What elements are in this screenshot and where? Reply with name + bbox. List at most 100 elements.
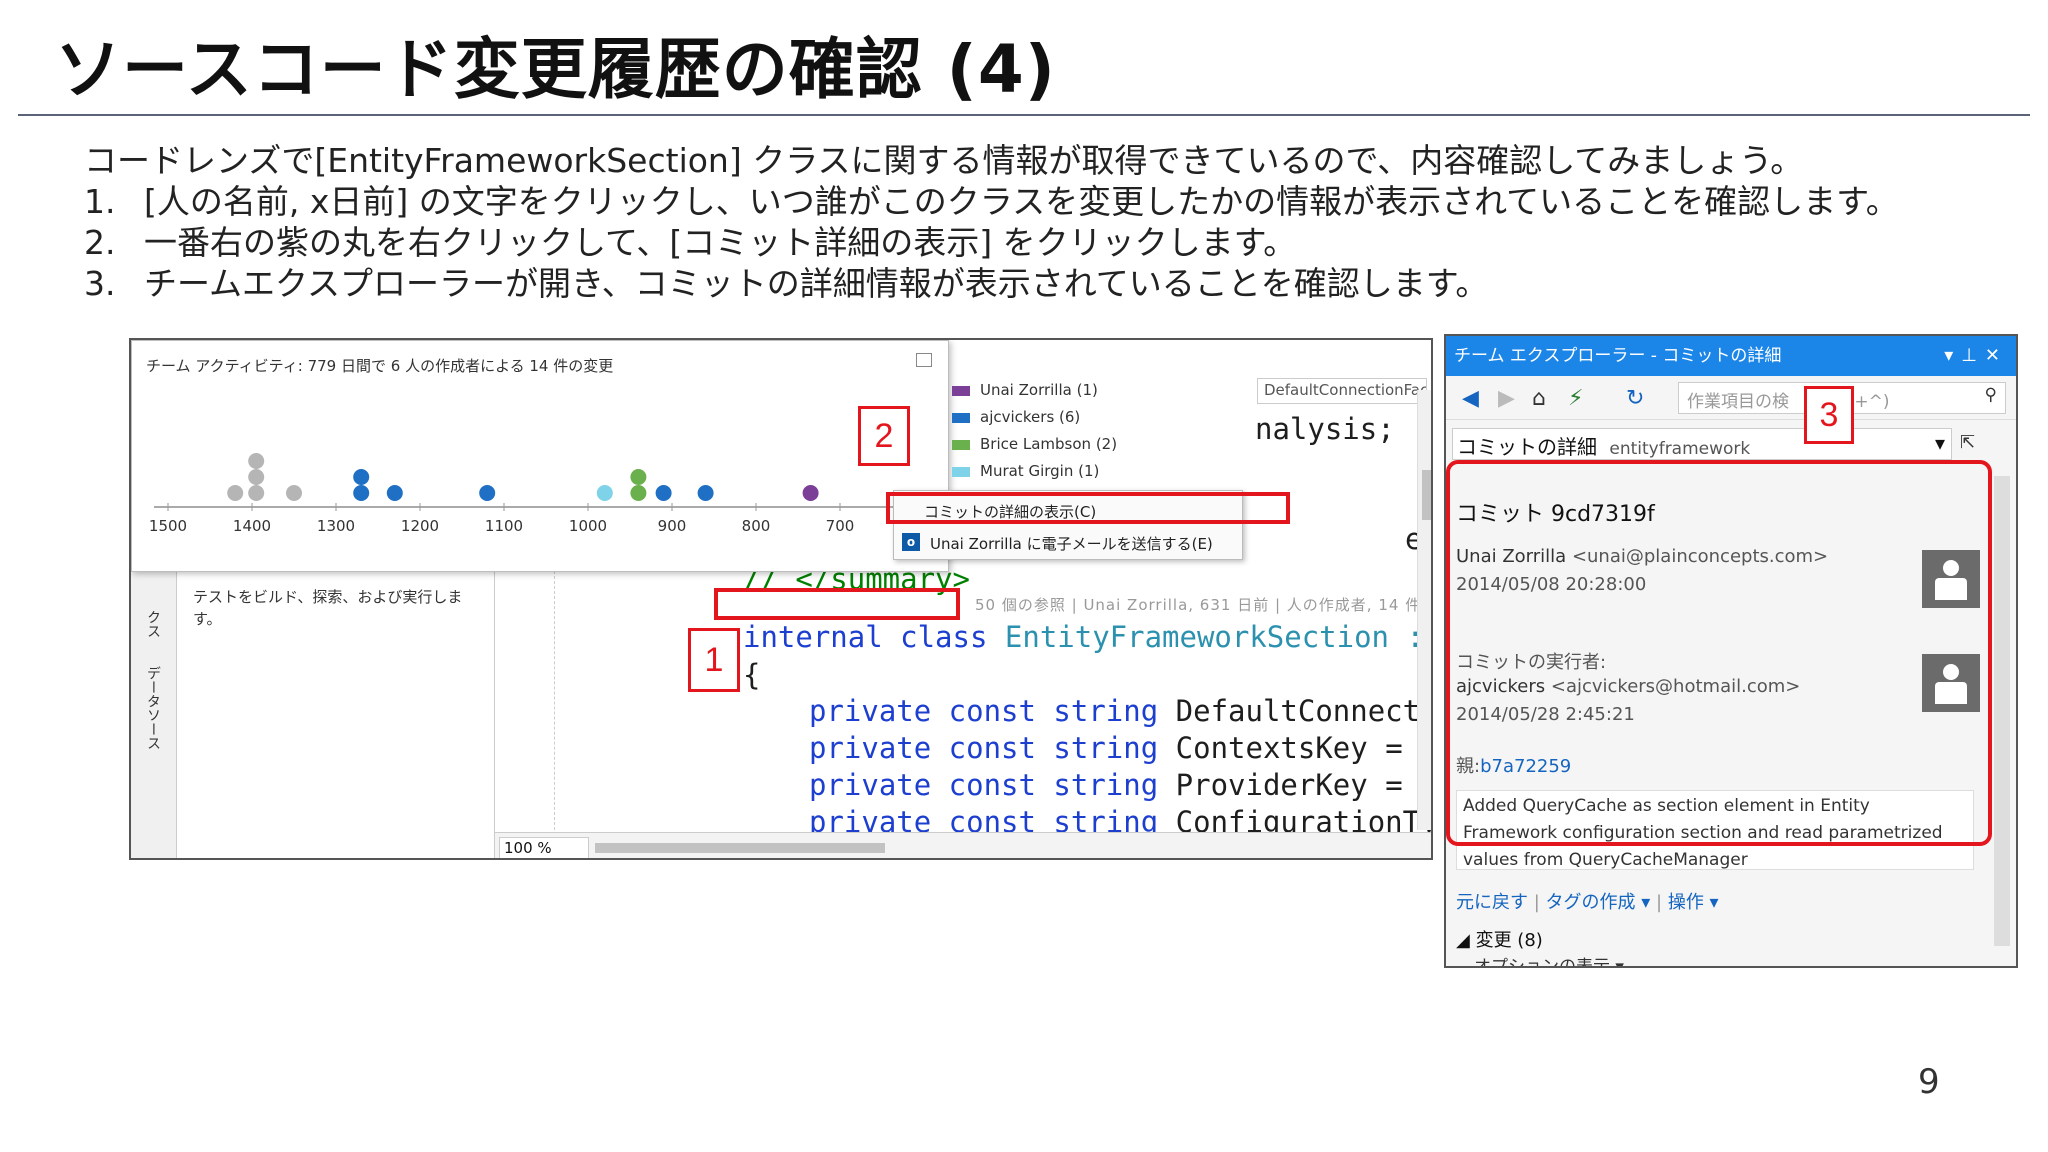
member-dropdown[interactable]: DefaultConnectionFactoryKey	[1257, 378, 1427, 404]
horizontal-scrollbar[interactable]	[595, 843, 885, 853]
timeline-tick-label: 1400	[233, 517, 271, 535]
class-name: EntityFrameworkSection	[1004, 620, 1390, 654]
legend-label: Murat Girgin (1)	[980, 462, 1100, 480]
team-activity-popup: チーム アクティビティ: 779 日間で 6 人の作成者による 14 件の変更 …	[131, 340, 1117, 572]
class-keyword: internal class	[743, 620, 988, 654]
team-explorer-toolbar: ◀ ▶ ⌂ ⚡ ↻ 作業項目の検 +^) ⚲	[1446, 376, 2016, 420]
slide: ソースコード変更履歴の確認 (4) コードレンズで[EntityFramewor…	[0, 0, 2048, 1152]
window-controls[interactable]: ▾⊥✕	[1944, 336, 2008, 376]
field-name: DefaultConnectionFactc	[1175, 694, 1431, 728]
search-shortcut-hint: +^)	[1854, 392, 1890, 412]
timeline-tick-label: 900	[658, 517, 687, 535]
class-declaration: internal class EntityFrameworkSection : …	[743, 620, 1431, 654]
refresh-icon[interactable]: ↻	[1626, 386, 1644, 411]
commit-dot[interactable]	[286, 485, 302, 501]
step-number: 1.	[84, 182, 116, 221]
side-tabs: クス データソース	[131, 570, 177, 858]
legend-swatch	[952, 412, 970, 423]
intro-text: コードレンズで[EntityFrameworkSection] クラスに関する情…	[84, 141, 1804, 180]
instructions: コードレンズで[EntityFrameworkSection] クラスに関する情…	[84, 140, 1984, 304]
create-tag-link[interactable]: タグの作成 ▾	[1546, 892, 1651, 913]
outlook-icon: o	[902, 533, 920, 551]
commit-dot[interactable]	[697, 485, 714, 501]
step-number: 3.	[84, 264, 116, 303]
forward-icon[interactable]: ▶	[1498, 386, 1515, 411]
code-brace: {	[743, 658, 761, 692]
side-tab-label[interactable]: クス	[145, 610, 163, 638]
legend-item[interactable]: Murat Girgin (1)	[952, 462, 1099, 480]
legend-swatch	[952, 385, 970, 396]
field-name: ContextsKey	[1175, 731, 1368, 765]
tool-description: テストをビルド、探索、および実行します。	[193, 588, 463, 628]
member-dropdown-value: DefaultConnectionFactoryKey	[1264, 381, 1427, 399]
field-name: ProviderKey	[1175, 768, 1368, 802]
page-number: 9	[1918, 1062, 1940, 1102]
editor-statusbar: 100 %	[495, 832, 1431, 858]
plug-icon[interactable]: ⚡	[1568, 386, 1583, 411]
timeline-tick-label: 1100	[485, 517, 523, 535]
chevron-down-icon[interactable]: ▾	[1935, 431, 1945, 455]
step-number: 2.	[84, 223, 116, 262]
page-header[interactable]: コミットの詳細 entityframework ▾	[1452, 428, 1952, 460]
search-icon[interactable]: ⚲	[1985, 385, 1997, 405]
slide-title: ソースコード変更履歴の確認 (4)	[55, 31, 1056, 108]
page-header-title: コミットの詳細	[1457, 435, 1597, 459]
collapse-triangle-icon[interactable]: ◢	[1456, 930, 1476, 951]
commit-dot[interactable]	[386, 485, 403, 501]
field-line: private const string DefaultConnectionFa…	[809, 694, 1431, 728]
highlight-view-commit	[886, 492, 1290, 524]
field-line: private const string ProviderKey = "prov…	[809, 768, 1431, 802]
legend-item[interactable]: Brice Lambson (2)	[952, 435, 1117, 453]
step-marker-3: 3	[1804, 386, 1854, 444]
home-icon[interactable]: ⌂	[1532, 386, 1546, 411]
show-options-link[interactable]: オプションの表示 ▾	[1474, 952, 1624, 966]
code-line: nalysis;	[1255, 412, 1395, 446]
timeline-tick-label: 1200	[401, 517, 439, 535]
actions-link[interactable]: 操作 ▾	[1668, 892, 1719, 913]
codelens-bar[interactable]: 50 個の参照 | Unai Zorrilla, 631 日前 | 人の作成者,…	[975, 594, 1431, 615]
commit-dot[interactable]	[802, 485, 819, 501]
commit-dot[interactable]	[248, 485, 265, 501]
side-tab-label[interactable]: データソース	[145, 666, 163, 750]
legend-item[interactable]: ajcvickers (6)	[952, 408, 1080, 426]
legend-label: Brice Lambson (2)	[980, 435, 1118, 453]
commit-dot[interactable]	[630, 469, 647, 485]
step-text: 一番右の紫の丸を右クリックして、[コミット詳細の表示] をクリックします。	[144, 223, 1297, 262]
back-icon[interactable]: ◀	[1462, 386, 1479, 411]
field-line: private const string ContextsKey = "cont…	[809, 731, 1431, 765]
legend-swatch	[952, 439, 970, 450]
timeline-tick-label: 1500	[149, 517, 187, 535]
legend-item[interactable]: Unai Zorrilla (1)	[952, 381, 1098, 399]
field-modifiers: private const string	[809, 694, 1159, 728]
commit-dot[interactable]	[353, 469, 370, 485]
commit-dot[interactable]	[248, 453, 265, 469]
commit-dot[interactable]	[248, 469, 265, 485]
team-explorer-scrollbar[interactable]	[1994, 476, 2010, 946]
send-email-item[interactable]: Unai Zorrilla に電子メールを送信する(E)	[930, 533, 1213, 554]
legend-label: Unai Zorrilla (1)	[980, 381, 1098, 399]
commit-dot[interactable]	[596, 485, 613, 501]
commit-dot[interactable]	[630, 485, 647, 501]
commit-dot[interactable]	[655, 485, 672, 501]
step-marker-2: 2	[858, 406, 910, 466]
changes-section[interactable]: ◢ 変更 (8)	[1456, 926, 1543, 952]
commit-dot[interactable]	[353, 485, 370, 501]
vertical-scrollbar[interactable]	[1417, 390, 1431, 830]
highlight-commit-details	[1446, 460, 1992, 846]
zoom-dropdown[interactable]: 100 %	[499, 837, 589, 858]
commit-dot[interactable]	[479, 485, 496, 501]
team-explorer-titlebar: チーム エクスプローラー - コミットの詳細 ▾⊥✕	[1446, 336, 2016, 376]
title-divider	[18, 114, 2030, 116]
popout-icon[interactable]: ⇱	[1960, 432, 1975, 453]
timeline-tick-label: 700	[826, 517, 855, 535]
revert-link[interactable]: 元に戻す	[1456, 892, 1528, 913]
scroll-thumb[interactable]	[1422, 470, 1431, 520]
step-marker-1: 1	[688, 628, 740, 692]
step-text: [人の名前, x日前] の文字をクリックし、いつ誰がこのクラスを変更したかの情報…	[144, 182, 1899, 221]
legend-label: ajcvickers (6)	[980, 408, 1081, 426]
commit-dot[interactable]	[227, 485, 244, 501]
timeline-chart: 1500 1400 1300 1200 1100 1000 900 800 700	[149, 453, 932, 535]
step-text: チームエクスプローラーが開き、コミットの詳細情報が表示されていることを確認します…	[144, 264, 1489, 303]
field-modifiers: private const string	[809, 768, 1159, 802]
search-placeholder: 作業項目の検	[1687, 392, 1789, 412]
